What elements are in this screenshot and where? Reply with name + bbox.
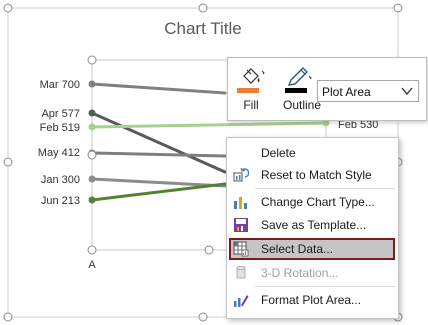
pen-outline-icon [287,67,312,86]
plot-handle-bc [204,245,214,255]
left-label-feb: Feb 519 [40,122,80,134]
left-label-mar: Mar 700 [40,79,80,91]
paint-bucket-icon [243,68,265,84]
menu-item-delete[interactable]: Delete [229,142,395,164]
menu-item-select-data-label: Select Data... [261,242,334,256]
outline-color-swatch [285,88,307,93]
fill-color-swatch [237,88,259,93]
menu-separator [255,286,395,287]
left-label-jun: Jun 213 [41,195,80,207]
plot-handle-bl [87,245,97,255]
context-menu: Delete Reset to Match Style Change Chart… [226,137,399,319]
menu-item-format-plot-area-label: Format Plot Area... [261,293,362,307]
menu-item-format-plot-area[interactable]: Format Plot Area... [229,289,395,311]
chart-element-select[interactable]: Plot Area [317,80,419,102]
chart-handle-tl [3,3,13,13]
menu-item-3d-rotation-label: 3-D Rotation... [261,266,339,280]
series-marker-feb[interactable] [88,123,96,131]
format-mini-toolbar: Fill Outline Plot Area [227,57,427,121]
chart-type-icon [234,197,247,209]
menu-item-reset-to-match-style[interactable]: Reset to Match Style [229,164,395,186]
chart-handle-bl [3,312,13,322]
plot-handle-tl [87,55,97,65]
left-label-may: May 412 [38,147,80,159]
series-marker-apr[interactable] [88,109,96,117]
left-label-apr: Apr 577 [41,108,80,120]
fill-button[interactable]: Fill [232,62,270,116]
x-axis-label-a: A [88,259,96,271]
save-template-icon [234,218,248,232]
menu-item-save-as-template[interactable]: Save as Template... [229,214,395,236]
select-data-icon [233,241,249,257]
reset-style-icon [233,167,249,182]
menu-item-change-chart-type[interactable]: Change Chart Type... [229,191,395,213]
chevron-down-icon [401,87,413,96]
chart-handle-tr [393,3,403,13]
fill-label: Fill [243,98,259,112]
menu-separator [255,188,395,189]
left-label-jan: Jan 300 [41,174,80,186]
menu-item-change-chart-type-label: Change Chart Type... [261,195,375,209]
chart-element-select-value: Plot Area [322,85,371,99]
menu-item-reset-label: Reset to Match Style [261,168,372,182]
chart-handle-bc [198,312,208,322]
menu-item-select-data[interactable]: Select Data... [229,238,395,260]
series-marker-mar[interactable] [88,80,96,88]
format-plot-area-icon [234,295,249,307]
chart-handle-tc [198,3,208,13]
3d-rotation-icon [236,266,246,279]
menu-item-3d-rotation[interactable]: 3-D Rotation... [229,262,395,284]
series-marker-jan[interactable] [88,175,96,183]
chart-handle-ml [3,157,13,167]
chart-title[interactable]: Chart Title [164,19,241,38]
plot-handle-ml [87,150,97,160]
menu-item-save-as-template-label: Save as Template... [261,218,367,232]
series-marker-jun[interactable] [88,196,96,204]
menu-item-delete-label: Delete [261,146,296,160]
